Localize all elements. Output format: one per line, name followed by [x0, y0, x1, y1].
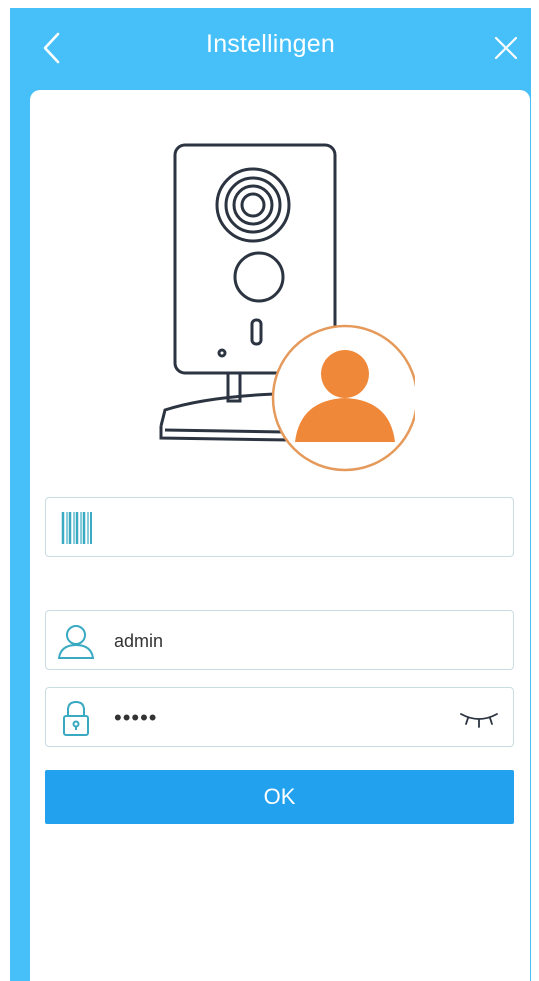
username-field[interactable]	[45, 610, 514, 670]
user-icon	[57, 625, 95, 659]
close-icon	[494, 36, 518, 60]
lock-icon	[63, 700, 89, 736]
serial-number-field[interactable]	[45, 497, 514, 557]
page-title: Instellingen	[206, 30, 335, 58]
show-password-toggle[interactable]	[458, 702, 500, 734]
password-field[interactable]	[45, 687, 514, 747]
barcode-icon	[61, 512, 92, 544]
username-input[interactable]	[114, 621, 434, 661]
ok-button[interactable]: OK	[45, 770, 514, 824]
camera-user-illustration	[159, 143, 415, 472]
password-input[interactable]	[114, 698, 434, 738]
app-screen: Instellingen admin OK	[10, 8, 531, 981]
user-badge	[271, 324, 415, 472]
top-bar: Instellingen	[10, 8, 531, 86]
eye-closed-icon	[460, 713, 498, 728]
close-button[interactable]	[486, 28, 526, 68]
serial-number-input[interactable]	[114, 508, 434, 548]
settings-card: OK	[30, 90, 530, 981]
